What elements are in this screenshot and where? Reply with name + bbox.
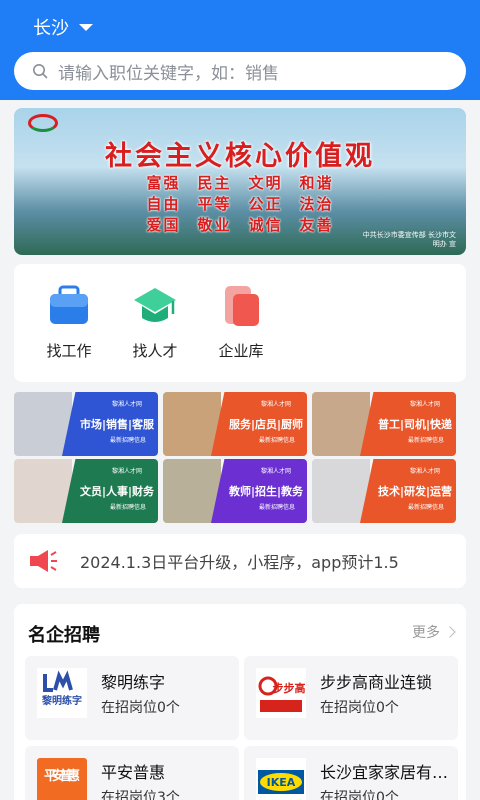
nav-find-job[interactable]: 找工作: [29, 284, 109, 361]
company-job-count: 在招岗位0个: [320, 700, 399, 716]
banner-line-1: 富强 民主 文明 和谐: [146, 174, 334, 192]
caret-down-icon: [79, 23, 93, 31]
category-sub: 最新招聘信息: [258, 504, 295, 511]
category-brand: 黎湘人才网: [111, 468, 142, 475]
banner-line-2: 自由 平等 公正 法治: [146, 195, 334, 213]
company-job-count: 在招岗位0个: [320, 790, 399, 800]
category-tile-labor[interactable]: 黎湘人才网 普工|司机|快递 最新招聘信息: [312, 392, 456, 456]
category-sub: 最新招聘信息: [258, 437, 295, 444]
category-photo: [163, 392, 221, 456]
category-photo: [312, 392, 370, 456]
featured-companies: 名企招聘 更多 黎明练字 黎明练字 在招岗位0个 步步高 步步高商业连锁 在招岗: [14, 604, 466, 800]
briefcase-icon: [47, 284, 91, 328]
category-brand: 黎湘人才网: [409, 468, 440, 475]
company-name: 长沙宜家家居有限公司: [320, 763, 450, 782]
company-name: 步步高商业连锁: [320, 673, 433, 692]
category-sub: 最新招聘信息: [109, 437, 146, 444]
category-label: 市场|销售|客服: [79, 418, 154, 431]
category-photo: [312, 459, 370, 523]
logo-text: 平安普惠: [44, 768, 80, 784]
search-icon: [33, 64, 48, 79]
company-job-count: 在招岗位3个: [101, 790, 180, 800]
company-logo: 步步高: [256, 668, 306, 718]
category-sub: 最新招聘信息: [407, 504, 444, 511]
nav-company-library[interactable]: 企业库: [201, 284, 281, 361]
nav-label: 找人才: [132, 342, 178, 360]
quick-nav: 找工作 找人才 企业库: [14, 264, 466, 382]
company-card[interactable]: 平安普惠 平安普惠 在招岗位3个: [25, 746, 239, 800]
category-photo: [14, 459, 72, 523]
company-name: 黎明练字: [101, 673, 166, 692]
category-brand: 黎湘人才网: [260, 468, 291, 475]
logo-text: 步步高: [273, 681, 306, 695]
category-tile-education[interactable]: 黎湘人才网 教师|招生|教务 最新招聘信息: [163, 459, 307, 523]
category-photo: [163, 459, 221, 523]
more-link[interactable]: 更多: [412, 622, 456, 642]
category-tile-clerical[interactable]: 黎湘人才网 文员|人事|财务 最新招聘信息: [14, 459, 158, 523]
category-brand: 黎湘人才网: [260, 401, 291, 408]
nav-label: 找工作: [46, 342, 92, 360]
category-label: 教师|招生|教务: [228, 485, 303, 498]
more-label: 更多: [412, 625, 440, 641]
section-title: 名企招聘: [28, 625, 100, 646]
header: 长沙 请输入职位关键字，如：销售: [0, 0, 480, 100]
megaphone-icon: [30, 550, 57, 572]
search-placeholder: 请输入职位关键字，如：销售: [58, 63, 279, 84]
category-sub: 最新招聘信息: [407, 437, 444, 444]
category-label: 文员|人事|财务: [79, 485, 154, 498]
graduation-cap-icon: [133, 284, 177, 328]
category-label: 技术|研发|运营: [377, 485, 452, 498]
job-category-grid: 黎湘人才网 市场|销售|客服 最新招聘信息 黎湘人才网 服务|店员|厨师 最新招…: [14, 392, 456, 524]
category-brand: 黎湘人才网: [111, 401, 142, 408]
company-card[interactable]: 黎明练字 黎明练字 在招岗位0个: [25, 656, 239, 740]
company-logo: 黎明练字: [37, 668, 87, 718]
company-card[interactable]: 步步高 步步高商业连锁 在招岗位0个: [244, 656, 458, 740]
company-logo: IKEA: [256, 758, 306, 800]
company-logo: 平安普惠: [37, 758, 87, 800]
chevron-right-icon: [444, 626, 456, 638]
banner[interactable]: 社会主义核心价值观 富强 民主 文明 和谐 自由 平等 公正 法治 爱国 敬业 …: [14, 108, 466, 255]
city-selector[interactable]: 长沙: [33, 14, 93, 40]
category-label: 服务|店员|厨师: [228, 418, 303, 431]
notice-text: 2024.1.3日平台升级，小程序，app预计1.5: [80, 553, 399, 572]
category-tile-sales[interactable]: 黎湘人才网 市场|销售|客服 最新招聘信息: [14, 392, 158, 456]
logo-text: IKEA: [267, 776, 296, 789]
company-name: 平安普惠: [101, 763, 166, 782]
category-brand: 黎湘人才网: [409, 401, 440, 408]
category-photo: [14, 392, 72, 456]
company-job-count: 在招岗位0个: [101, 700, 180, 716]
notice-bar[interactable]: 2024.1.3日平台升级，小程序，app预计1.5: [14, 534, 466, 588]
category-label: 普工|司机|快递: [377, 418, 452, 431]
category-tile-tech[interactable]: 黎湘人才网 技术|研发|运营 最新招聘信息: [312, 459, 456, 523]
banner-title: 社会主义核心价值观: [105, 141, 375, 172]
nav-label: 企业库: [218, 342, 264, 360]
search-input[interactable]: 请输入职位关键字，如：销售: [14, 52, 466, 90]
category-sub: 最新招聘信息: [109, 504, 146, 511]
city-label: 长沙: [33, 18, 69, 39]
nav-find-talent[interactable]: 找人才: [115, 284, 195, 361]
company-icon: [219, 284, 263, 328]
logo-text: 黎明练字: [42, 694, 82, 707]
banner-credit: 中共长沙市委宣传部 长沙市文明办 宣: [362, 231, 456, 248]
category-tile-service[interactable]: 黎湘人才网 服务|店员|厨师 最新招聘信息: [163, 392, 307, 456]
company-card[interactable]: IKEA 长沙宜家家居有限公司 在招岗位0个: [244, 746, 458, 800]
banner-logo-icon: [28, 114, 58, 132]
